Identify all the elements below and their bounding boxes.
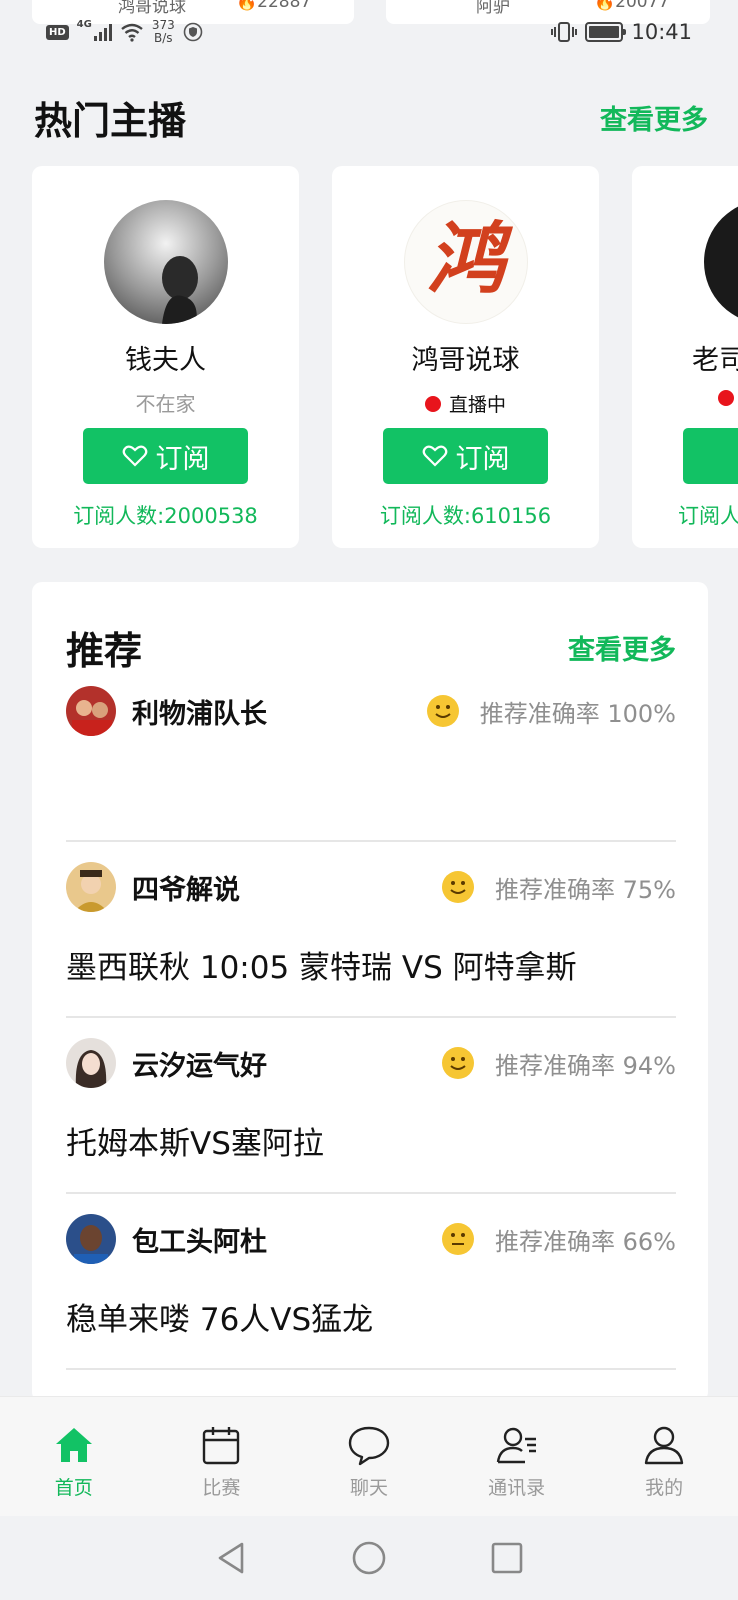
subscribe-label: 订阅 (155, 443, 210, 475)
recommend-item[interactable]: 利物浦队长 推荐准确率 100% (66, 666, 676, 842)
smile-icon (442, 1047, 475, 1079)
recommend-user-name: 利物浦队长 (132, 698, 267, 730)
accuracy-rate: 推荐准确率 75% (495, 875, 676, 904)
accuracy-rate: 推荐准确率 66% (495, 1227, 676, 1256)
nav-label: 聊天 (349, 1477, 388, 1499)
peek-left-name: 鸿哥说球 (118, 0, 186, 17)
accuracy-rate: 推荐准确率 94% (495, 1051, 676, 1080)
live-dot-icon (424, 395, 441, 412)
recommend-more-link[interactable]: 查看更多 (568, 628, 676, 667)
subscribe-button[interactable] (683, 428, 738, 484)
battery-icon (585, 22, 627, 42)
subscribe-button[interactable]: 订阅 (83, 428, 248, 484)
live-dot-icon (718, 390, 734, 406)
contacts-icon (496, 1427, 536, 1464)
anchor-card[interactable]: 老司 订阅人 (632, 166, 738, 548)
recommend-user-name: 包工头阿杜 (132, 1226, 267, 1258)
avatar (66, 1214, 116, 1264)
peek-right-name: 阿驴 (476, 0, 510, 17)
avatar: 鸿 (404, 200, 528, 324)
nav-item-matches[interactable]: 比赛 (148, 1397, 296, 1516)
anchor-name: 老司 (692, 345, 738, 376)
match-description: 稳单来喽 76人VS猛龙 (66, 1302, 374, 1338)
recommend-item[interactable]: 包工头阿杜 推荐准确率 66% 稳单来喽 76人VS猛龙 (66, 1194, 676, 1370)
nav-label: 首页 (54, 1477, 93, 1499)
vibrate-icon (551, 22, 578, 42)
status-bar: HD 4G 373 B/s 10:41 (46, 16, 692, 48)
wifi-icon (121, 23, 143, 42)
recommend-user-name: 四爷解说 (132, 874, 240, 906)
profile-icon (644, 1426, 684, 1465)
back-triangle-icon[interactable] (212, 1539, 250, 1577)
anchor-card[interactable]: 鸿 鸿哥说球 直播中 订阅 订阅人数:610156 (332, 166, 599, 548)
avatar (66, 862, 116, 912)
anchor-card[interactable]: 钱夫人 不在家 订阅 订阅人数:2000538 (32, 166, 299, 548)
shield-icon (183, 22, 203, 42)
hot-anchors-carousel[interactable]: 钱夫人 不在家 订阅 订阅人数:2000538 鸿 鸿哥说球 直播中 订阅 订阅… (32, 166, 738, 550)
recommend-user-row: 云汐运气好 推荐准确率 94% (66, 1038, 676, 1088)
anchor-name: 钱夫人 (125, 345, 206, 376)
home-circle-icon[interactable] (350, 1539, 388, 1577)
nav-item-profile[interactable]: 我的 (590, 1397, 738, 1516)
recommend-item[interactable]: 云汐运气好 推荐准确率 94% 托姆本斯VS塞阿拉 (66, 1018, 676, 1194)
smile-icon (426, 695, 459, 727)
recommend-item[interactable]: 四爷解说 推荐准确率 75% 墨西联秋 10:05 蒙特瑞 VS 阿特拿斯 (66, 842, 676, 1018)
avatar (66, 1038, 116, 1088)
bottom-nav: 首页 比赛 聊天 通讯录 我的 (0, 1396, 738, 1516)
nav-label: 比赛 (202, 1477, 241, 1499)
recommend-user-row: 四爷解说 推荐准确率 75% (66, 862, 676, 912)
nav-label: 通讯录 (488, 1477, 546, 1499)
match-description: 托姆本斯VS塞阿拉 (66, 1126, 324, 1162)
avatar (704, 200, 738, 324)
subscriber-count: 订阅人数:610156 (379, 504, 552, 528)
peek-right-count: 🔥20077 (594, 0, 669, 12)
smile-icon (442, 871, 475, 903)
recommend-panel: 推荐 查看更多 利物浦队长 推荐准确率 100% 四爷解说 推荐准确率 75% … (32, 582, 708, 1402)
nav-item-home[interactable]: 首页 (0, 1397, 148, 1516)
live-status (632, 390, 738, 406)
hot-anchors-title: 热门主播 (34, 99, 187, 143)
anchor-name: 鸿哥说球 (411, 345, 520, 376)
home-icon (55, 1428, 92, 1462)
recent-apps-square-icon[interactable] (488, 1539, 526, 1577)
status-right: 10:41 (551, 20, 692, 44)
network-speed: 373 B/s (151, 18, 175, 45)
heart-icon (122, 445, 147, 467)
live-status: 直播中 (332, 390, 599, 417)
recommend-user-row: 包工头阿杜 推荐准确率 66% (66, 1214, 676, 1264)
anchor-status: 不在家 (135, 392, 196, 416)
nav-label: 我的 (645, 1477, 684, 1499)
subscriber-count: 订阅人 (678, 504, 738, 528)
fire-icon: 🔥 (236, 0, 258, 12)
match-description: 墨西联秋 10:05 蒙特瑞 VS 阿特拿斯 (66, 950, 577, 986)
nav-item-contacts[interactable]: 通讯录 (443, 1397, 591, 1516)
chat-bubble-icon (348, 1426, 390, 1466)
status-left: HD 4G 373 B/s (46, 19, 203, 45)
fire-icon: 🔥 (594, 0, 616, 12)
clock: 10:41 (631, 20, 692, 44)
hd-badge: HD (46, 24, 69, 40)
signal-icon (93, 23, 112, 41)
avatar (104, 200, 228, 324)
nav-item-chat[interactable]: 聊天 (295, 1397, 443, 1516)
live-status-label: 直播中 (448, 394, 506, 416)
subscribe-label: 订阅 (455, 443, 510, 475)
recommend-user-row: 利物浦队长 推荐准确率 100% (66, 686, 676, 736)
hot-anchors-more-link[interactable]: 查看更多 (600, 98, 708, 137)
subscribe-button[interactable]: 订阅 (383, 428, 548, 484)
subscriber-count: 订阅人数:2000538 (73, 504, 258, 528)
recommend-user-name: 云汐运气好 (132, 1050, 267, 1082)
accuracy-rate: 推荐准确率 100% (479, 699, 676, 728)
system-nav-bar (0, 1516, 738, 1600)
calendar-icon (203, 1427, 240, 1465)
hot-anchors-header: 热门主播 查看更多 (34, 90, 708, 145)
avatar (66, 686, 116, 736)
network-type: 4G (76, 19, 92, 30)
peek-left-count: 🔥22887 (236, 0, 311, 12)
heart-icon (422, 445, 447, 467)
neutral-face-icon (442, 1223, 475, 1255)
